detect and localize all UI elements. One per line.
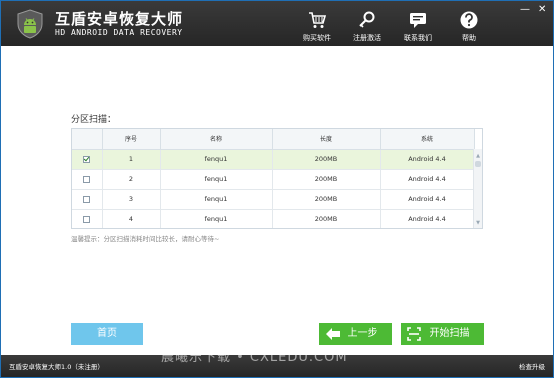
version-status: 互盾安卓恢复大师1.0（未注册） [9, 363, 104, 371]
cell-name: fenqu1 [160, 209, 273, 228]
col-header-length: 长度 [272, 129, 381, 150]
table-row[interactable]: 1 fenqu1 200MB Android 4.4 [72, 149, 475, 170]
cell-length: 200MB [272, 169, 381, 190]
cell-length: 200MB [272, 189, 381, 210]
row-checkbox[interactable] [83, 175, 91, 183]
scroll-up-icon[interactable]: ▲ [475, 153, 481, 159]
nav-register[interactable]: 注册激活 [342, 10, 392, 43]
col-header-index: 序号 [102, 129, 161, 150]
cell-system: Android 4.4 [380, 189, 475, 210]
scan-hint-text: 温馨提示：分区扫描消耗时间比较长，请耐心等待~ [71, 235, 220, 243]
key-icon [359, 11, 375, 28]
cell-index: 1 [102, 149, 161, 170]
cell-name: fenqu1 [160, 149, 273, 170]
cell-index: 3 [102, 189, 161, 210]
app-subtitle: HD ANDROID DATA RECOVERY [55, 28, 183, 37]
title-bar: 互盾安卓恢复大师 HD ANDROID DATA RECOVERY 购买软件 注… [1, 1, 553, 46]
scan-frame-icon [407, 327, 421, 341]
table-row[interactable]: 2 fenqu1 200MB Android 4.4 [72, 169, 475, 190]
nav-help-label: 帮助 [462, 34, 476, 42]
nav-buy-software[interactable]: 购买软件 [292, 10, 342, 43]
nav-contact[interactable]: 联系我们 [393, 10, 443, 43]
row-checkbox[interactable] [83, 155, 91, 163]
table-header-row: 序号 名称 长度 系统 [72, 129, 475, 150]
start-scan-button[interactable]: 开始扫描 [401, 323, 484, 345]
app-window: 互盾安卓恢复大师 HD ANDROID DATA RECOVERY 购买软件 注… [0, 0, 554, 378]
home-button[interactable]: 首页 [71, 323, 143, 345]
partition-table: 序号 名称 长度 系统 1 fenqu1 200MB Android 4.4 2 [71, 128, 483, 229]
col-header-check [72, 129, 103, 150]
close-button[interactable]: ✕ [538, 5, 546, 15]
cart-icon [309, 12, 327, 28]
nav-register-label: 注册激活 [353, 34, 381, 42]
cell-index: 4 [102, 209, 161, 228]
table-row[interactable]: 3 fenqu1 200MB Android 4.4 [72, 189, 475, 210]
cell-system: Android 4.4 [380, 209, 475, 228]
watermark-text: 晨曦乐下载 • CXLEDU.COM [161, 350, 348, 365]
android-shield-logo-icon [17, 9, 43, 39]
cell-system: Android 4.4 [380, 169, 475, 190]
col-header-system: 系统 [380, 129, 475, 150]
table-row[interactable]: 4 fenqu1 200MB Android 4.4 [72, 209, 475, 228]
home-button-label: 首页 [97, 328, 117, 339]
cell-index: 2 [102, 169, 161, 190]
cell-system: Android 4.4 [380, 149, 475, 170]
previous-step-button[interactable]: 上一步 [319, 323, 392, 345]
cell-length: 200MB [272, 149, 381, 170]
nav-help[interactable]: 帮助 [444, 10, 494, 43]
minimize-button[interactable]: — [520, 5, 530, 15]
cell-name: fenqu1 [160, 169, 273, 190]
help-icon [460, 11, 478, 29]
check-update-link[interactable]: 检查升级 [519, 361, 545, 371]
cell-length: 200MB [272, 209, 381, 228]
chat-icon [410, 13, 426, 28]
cell-name: fenqu1 [160, 189, 273, 210]
arrow-left-icon [326, 328, 340, 340]
col-header-name: 名称 [160, 129, 273, 150]
start-scan-label: 开始扫描 [429, 328, 470, 339]
scroll-thumb[interactable] [475, 161, 481, 167]
table-scrollbar[interactable]: ▲ ▼ [473, 149, 482, 228]
nav-contact-label: 联系我们 [404, 34, 432, 42]
row-checkbox[interactable] [83, 195, 91, 203]
app-title: 互盾安卓恢复大师 [55, 10, 184, 28]
row-checkbox[interactable] [83, 215, 91, 223]
partition-scan-label: 分区扫描： [71, 115, 117, 125]
nav-buy-label: 购买软件 [303, 34, 331, 42]
scroll-down-icon[interactable]: ▼ [475, 220, 481, 226]
